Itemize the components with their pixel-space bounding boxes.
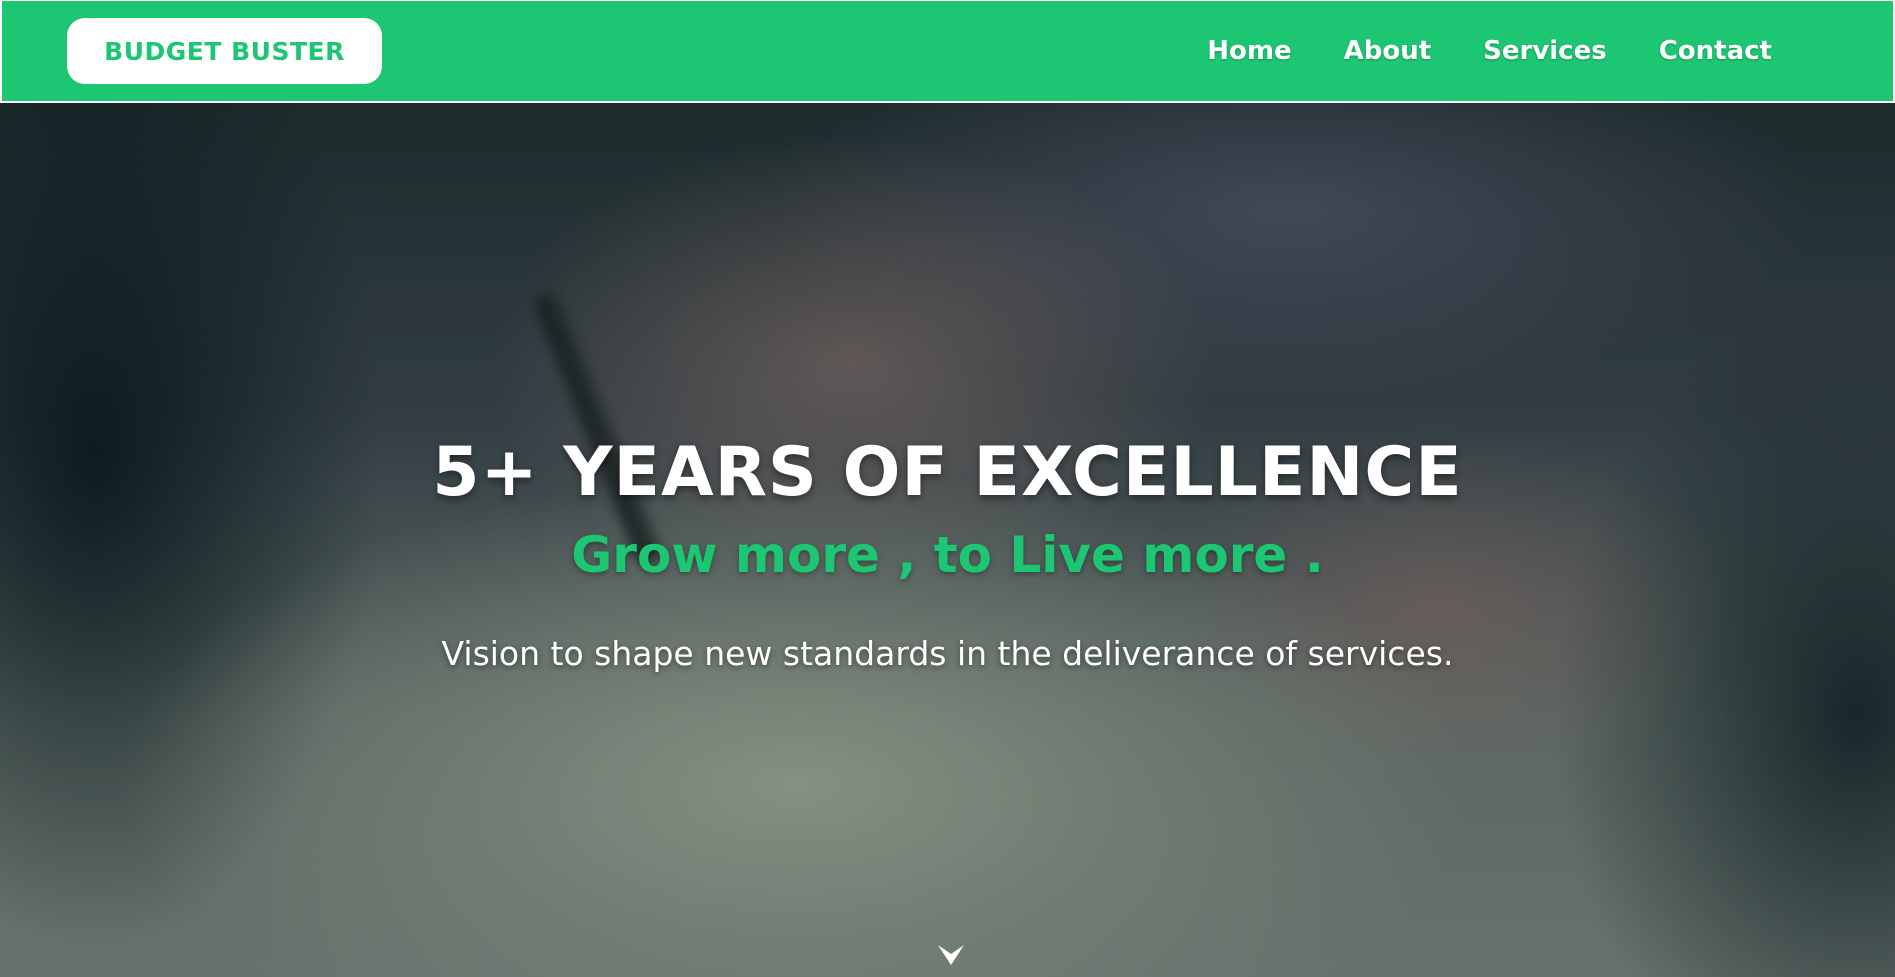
chevron-down-icon <box>938 945 964 965</box>
nav-link-about[interactable]: About <box>1344 36 1432 66</box>
hero-section: 5+ YEARS OF EXCELLENCE Grow more , to Li… <box>0 103 1895 977</box>
main-nav: Home About Services Contact <box>1207 36 1772 66</box>
nav-link-services[interactable]: Services <box>1483 36 1607 66</box>
hero-title: 5+ YEARS OF EXCELLENCE <box>432 433 1463 512</box>
hero-subtitle: Grow more , to Live more . <box>571 526 1324 584</box>
nav-link-contact[interactable]: Contact <box>1659 36 1772 66</box>
brand-label: BUDGET BUSTER <box>104 36 345 66</box>
brand-logo-button[interactable]: BUDGET BUSTER <box>67 18 382 84</box>
top-navbar: BUDGET BUSTER Home About Services Contac… <box>0 0 1895 103</box>
hero-content: 5+ YEARS OF EXCELLENCE Grow more , to Li… <box>0 103 1895 977</box>
hero-tagline: Vision to shape new standards in the del… <box>441 634 1454 673</box>
nav-link-home[interactable]: Home <box>1207 36 1291 66</box>
scroll-down-button[interactable] <box>936 941 966 969</box>
